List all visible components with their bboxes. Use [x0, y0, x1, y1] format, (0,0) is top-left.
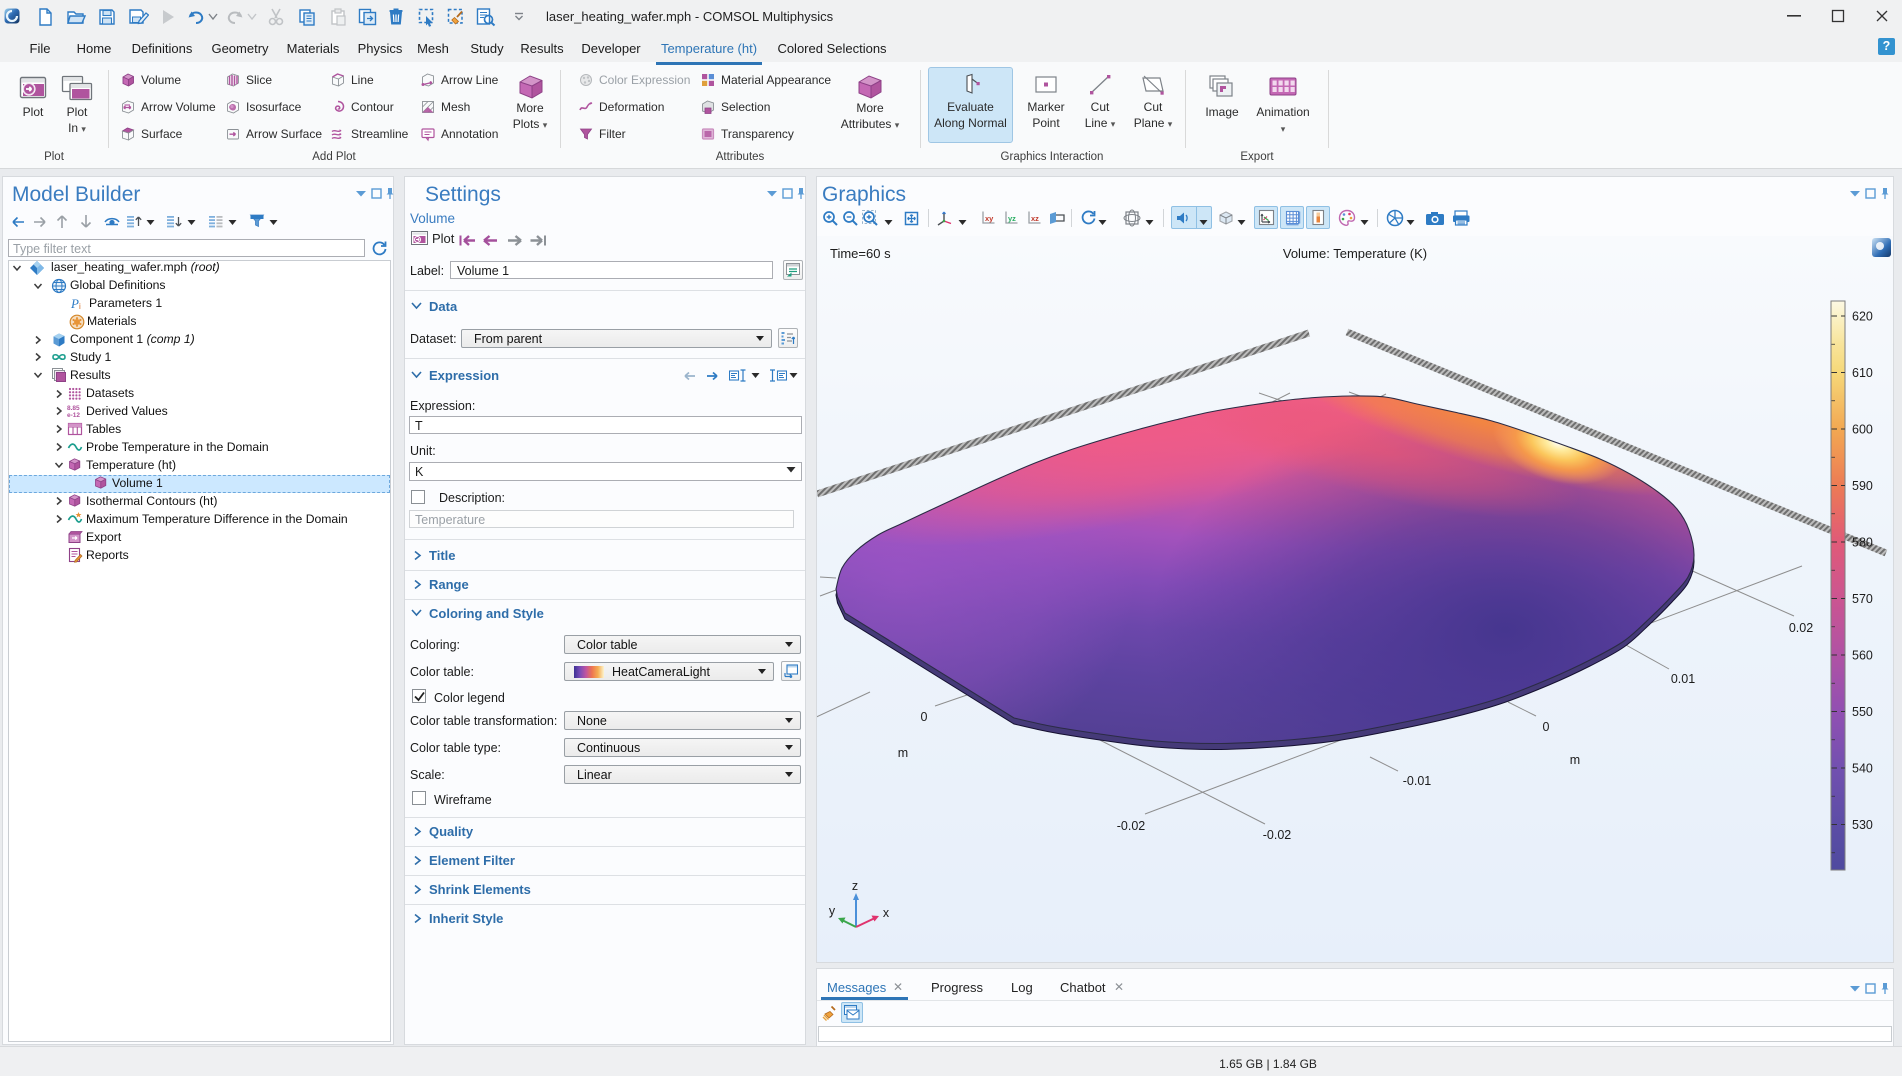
svg-text:530: 530: [1852, 818, 1873, 832]
svg-text:-0.01: -0.01: [1403, 774, 1432, 788]
svg-text:m: m: [1570, 753, 1580, 767]
svg-text:i: i: [79, 302, 81, 311]
svg-text:z: z: [852, 879, 858, 893]
svg-text:m: m: [898, 746, 908, 760]
svg-text:P: P: [70, 296, 79, 311]
svg-text:620: 620: [1852, 310, 1873, 324]
svg-text:yz: yz: [1008, 214, 1016, 223]
svg-text:0.02: 0.02: [1789, 621, 1813, 635]
svg-text:0.01: 0.01: [1671, 672, 1695, 686]
svg-text:0: 0: [1543, 720, 1550, 734]
svg-text:x: x: [883, 906, 890, 920]
svg-text:540: 540: [1852, 762, 1873, 776]
svg-text:570: 570: [1852, 592, 1873, 606]
svg-text:y: y: [829, 904, 836, 918]
svg-text:xz: xz: [1031, 214, 1039, 223]
svg-text:610: 610: [1852, 366, 1873, 380]
svg-text:600: 600: [1852, 423, 1873, 437]
svg-text:590: 590: [1852, 479, 1873, 493]
svg-text:550: 550: [1852, 705, 1873, 719]
svg-text:0: 0: [921, 710, 928, 724]
svg-text:e-12: e-12: [67, 412, 80, 419]
svg-text:xy: xy: [985, 214, 994, 223]
svg-text:-0.02: -0.02: [1263, 828, 1292, 842]
svg-text:560: 560: [1852, 649, 1873, 663]
svg-text:-0.02: -0.02: [1117, 819, 1146, 833]
svg-text:580: 580: [1852, 536, 1873, 550]
svg-text:8.85: 8.85: [67, 405, 80, 412]
